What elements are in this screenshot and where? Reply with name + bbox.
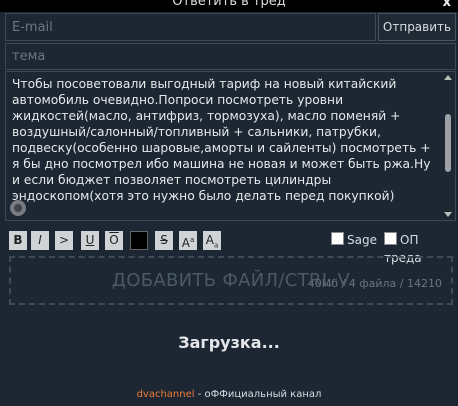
op-checkbox-box[interactable] [384, 232, 397, 245]
window-title: Ответить в тред [172, 0, 286, 9]
scroll-down-icon[interactable] [444, 212, 452, 217]
footer-link[interactable]: dvachannel [137, 389, 195, 400]
superscript-button[interactable]: Aa [179, 231, 197, 250]
sage-checkbox-box[interactable] [331, 232, 344, 245]
scroll-up-icon[interactable] [444, 75, 452, 80]
superscript-mark-icon: a [189, 236, 195, 244]
window-titlebar[interactable]: Ответить в тред x [0, 0, 458, 12]
underline-button[interactable]: U [81, 231, 99, 250]
loading-text: Загрузка... [178, 333, 280, 352]
subscript-mark-icon: a [213, 241, 219, 250]
footer-text: - оФФициальный канал [194, 389, 322, 400]
superscript-label: A [181, 236, 190, 250]
comment-scrollbar[interactable] [443, 74, 453, 218]
comment-textarea[interactable]: Чтобы посоветовали выгодный тариф на нов… [5, 71, 456, 290]
sage-checkbox[interactable]: Sage [331, 231, 377, 249]
scroll-thumb[interactable] [445, 114, 451, 172]
overline-button[interactable]: O [105, 231, 123, 250]
subscript-label: A [205, 233, 214, 247]
footer: dvachannel - оФФициальный канал [0, 389, 458, 400]
italic-button[interactable]: I [31, 231, 49, 250]
close-icon[interactable]: x [443, 0, 451, 10]
comment-text: Чтобы посоветовали выгодный тариф на нов… [12, 77, 431, 203]
subscript-button[interactable]: Aa [203, 231, 221, 250]
spoiler-button[interactable] [130, 231, 148, 250]
sage-label: Sage [347, 233, 377, 247]
send-button[interactable]: Отправить [378, 13, 456, 41]
captcha-icon [10, 200, 26, 216]
strikethrough-button[interactable]: S [155, 231, 173, 250]
file-dropzone[interactable]: ДОБАВИТЬ ФАЙЛ/CTRL-V [9, 256, 453, 305]
subject-field[interactable] [5, 43, 456, 70]
bold-button[interactable]: B [9, 231, 27, 250]
email-field[interactable] [5, 13, 376, 41]
quote-button[interactable]: > [55, 231, 73, 250]
